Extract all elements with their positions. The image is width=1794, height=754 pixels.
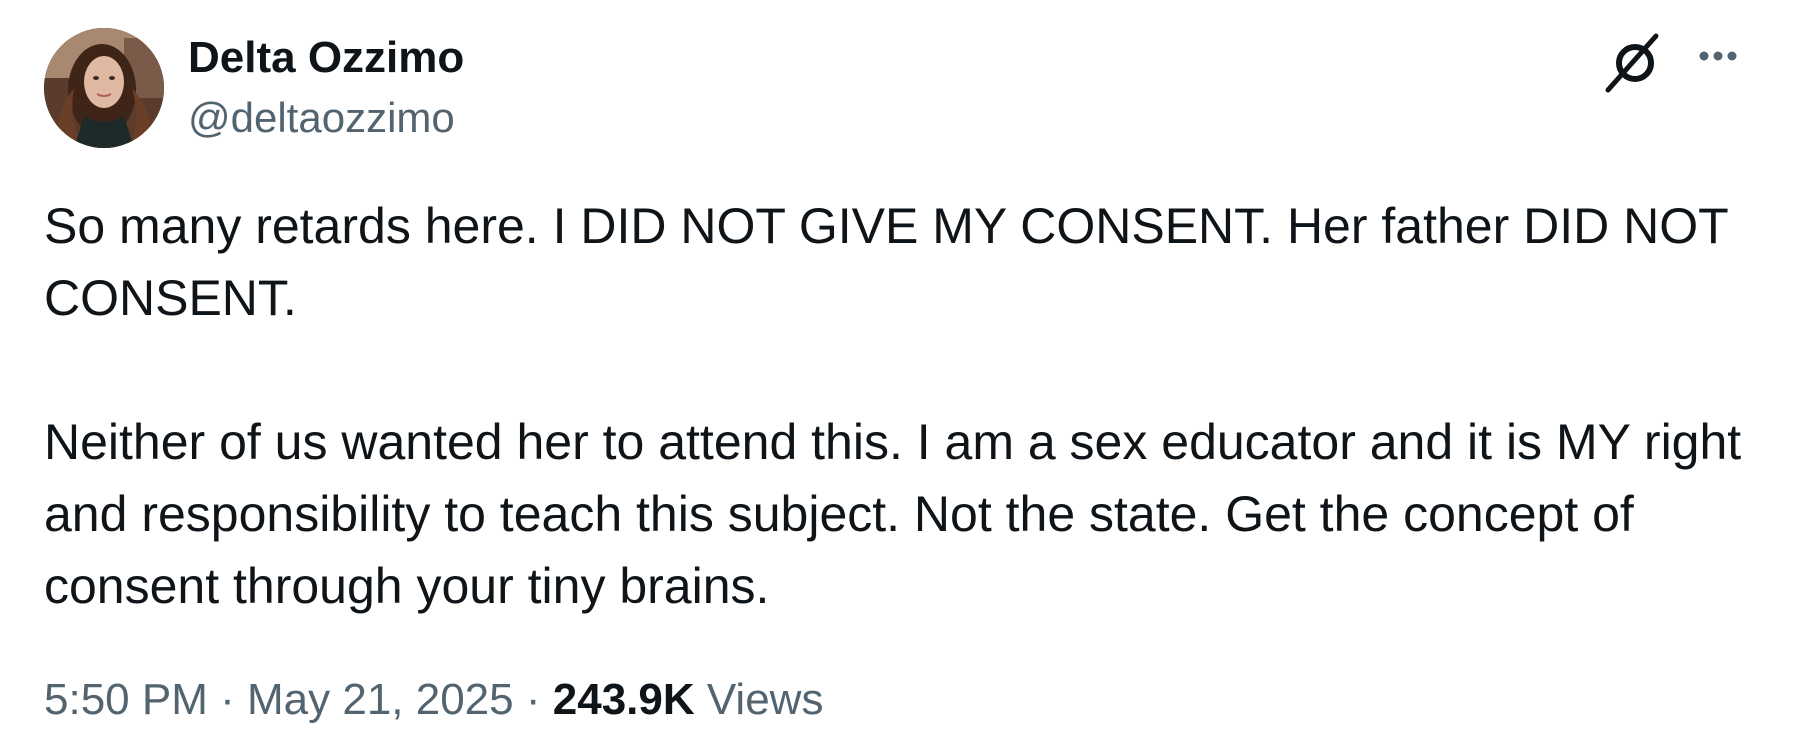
meta-separator: ·: [220, 675, 235, 724]
views-label: Views: [706, 675, 824, 724]
author-block: Delta Ozzimo @deltaozzimo: [188, 30, 464, 146]
tweet-meta: 5:50 PM · May 21, 2025 · 243.9K Views: [44, 672, 823, 728]
tweet-time-link[interactable]: 5:50 PM · May 21, 2025: [44, 675, 514, 724]
tweet-paragraph: Neither of us wanted her to attend this.…: [44, 414, 1742, 614]
tweet-text: So many retards here. I DID NOT GIVE MY …: [44, 190, 1764, 622]
display-name[interactable]: Delta Ozzimo: [188, 30, 464, 86]
tweet-card: Delta Ozzimo @deltaozzimo So many retard…: [0, 0, 1794, 754]
tweet-date: May 21, 2025: [247, 675, 514, 724]
views-count: 243.9K: [552, 675, 695, 724]
more-options-icon[interactable]: [1690, 34, 1746, 90]
views-link[interactable]: 243.9K Views: [553, 675, 824, 724]
profile-photo-icon: [44, 28, 164, 148]
avatar[interactable]: [44, 28, 164, 148]
user-handle[interactable]: @deltaozzimo: [188, 90, 464, 146]
meta-separator: ·: [525, 675, 541, 724]
tweet-paragraph: So many retards here. I DID NOT GIVE MY …: [44, 198, 1728, 326]
grok-icon[interactable]: [1600, 30, 1666, 96]
tweet-time: 5:50 PM: [44, 675, 208, 724]
